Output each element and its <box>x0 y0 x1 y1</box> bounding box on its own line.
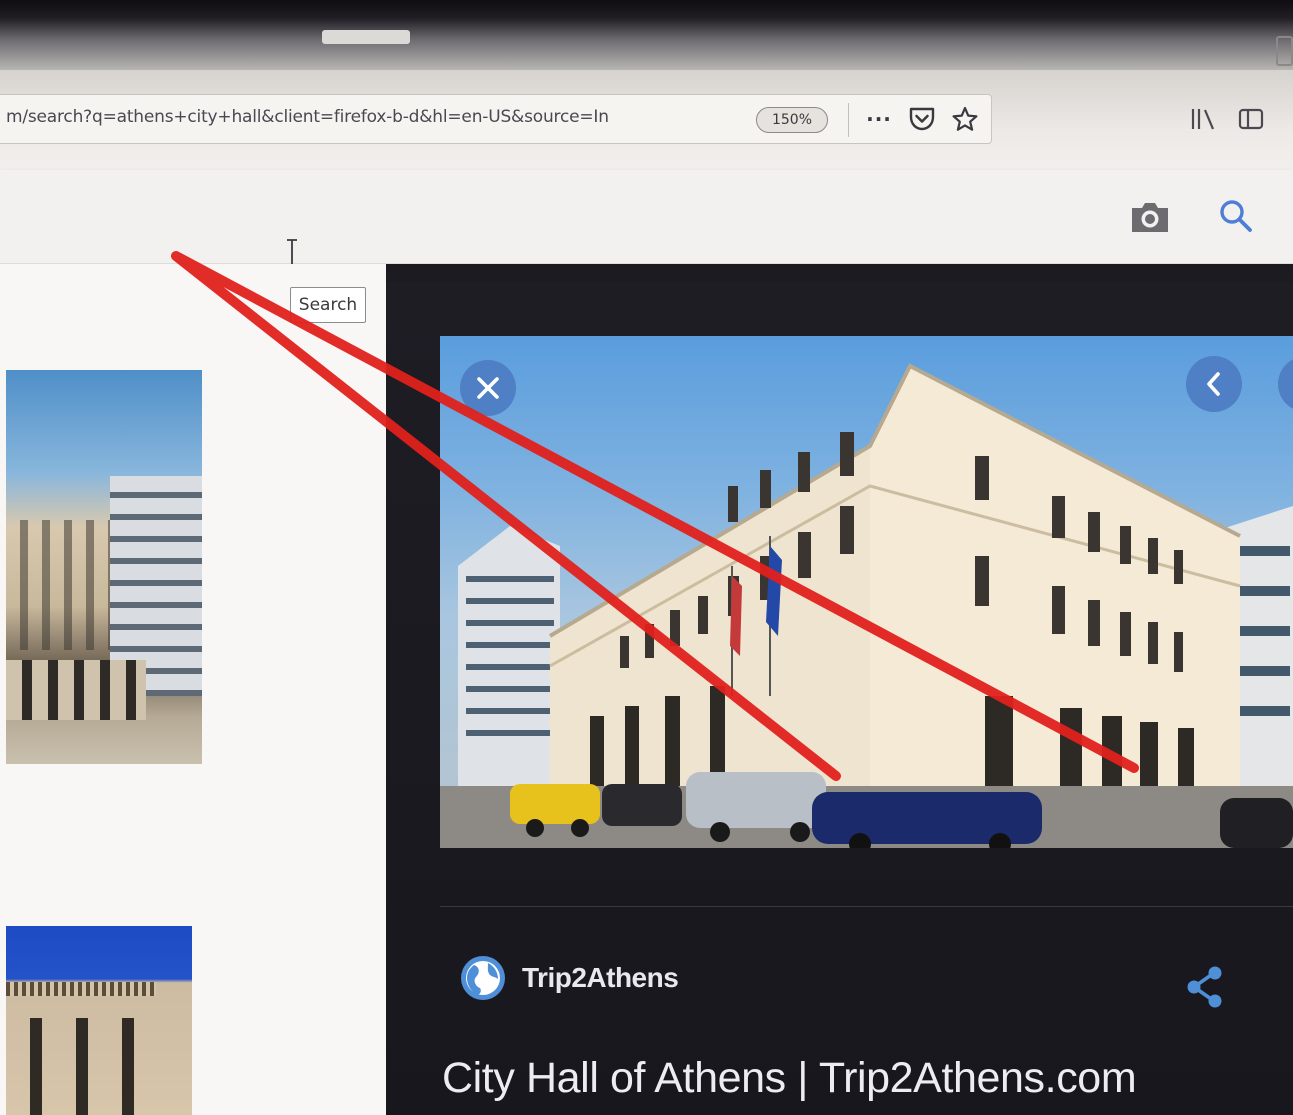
thumbnail-facade <box>6 520 126 650</box>
camera-icon[interactable] <box>1128 196 1172 236</box>
window-corner-icon[interactable] <box>1276 36 1293 66</box>
window-top-bezel <box>0 0 1293 70</box>
address-bar[interactable]: m/search?q=athens+city+hall&client=firef… <box>0 94 992 144</box>
chevron-left-icon <box>1207 372 1220 396</box>
preview-image[interactable] <box>440 336 1293 848</box>
search-icon[interactable] <box>1214 194 1258 238</box>
address-bar-separator <box>848 103 849 137</box>
pocket-icon[interactable] <box>904 105 940 133</box>
result-thumbnail[interactable] <box>6 370 202 764</box>
search-input[interactable] <box>0 170 1100 264</box>
thumbnail-frieze <box>6 982 156 996</box>
previous-image-button[interactable] <box>1186 356 1242 412</box>
thumbnail-windows <box>16 1018 166 1115</box>
page-actions-more-icon[interactable]: ··· <box>862 105 896 133</box>
browser-tab[interactable] <box>322 30 410 44</box>
globe-icon <box>461 956 505 1000</box>
next-image-button[interactable] <box>1278 356 1293 412</box>
close-icon <box>477 377 499 399</box>
browser-navbar: m/search?q=athens+city+hall&client=firef… <box>0 70 1293 170</box>
source-name[interactable]: Trip2Athens <box>522 962 679 994</box>
close-preview-button[interactable] <box>460 360 516 416</box>
google-search-bar <box>0 170 1293 264</box>
source-link[interactable]: Trip2Athens <box>458 952 778 1004</box>
library-icon[interactable] <box>1186 104 1220 134</box>
share-icon[interactable] <box>1184 964 1226 1010</box>
result-thumbnail[interactable] <box>6 926 192 1115</box>
search-tooltip: Search <box>290 287 366 323</box>
result-title-link[interactable]: City Hall of Athens | Trip2Athens.com <box>442 1054 1293 1110</box>
thumbnail-columns <box>6 660 146 720</box>
preview-divider <box>440 906 1293 907</box>
address-bar-url[interactable]: m/search?q=athens+city+hall&client=firef… <box>6 107 706 133</box>
sidebar-toggle-icon[interactable] <box>1236 104 1266 134</box>
bookmark-star-icon[interactable] <box>948 105 982 133</box>
zoom-level-badge[interactable]: 150% <box>756 107 828 133</box>
chevron-right-icon <box>1278 356 1293 412</box>
